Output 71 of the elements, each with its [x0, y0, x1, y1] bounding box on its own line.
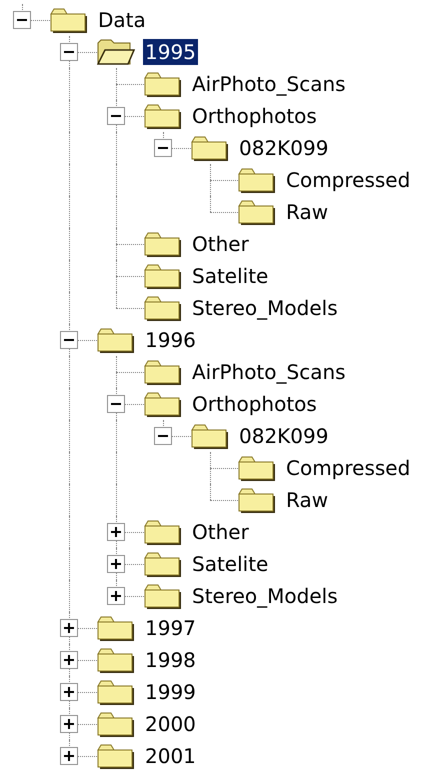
tree-item[interactable]: Orthophotos: [190, 103, 319, 129]
folder-icon: [144, 231, 182, 257]
folder-icon: [97, 679, 135, 705]
expander-button[interactable]: [60, 331, 78, 349]
folder-icon: [144, 551, 182, 577]
folder-icon: [144, 263, 182, 289]
expander-button[interactable]: [154, 427, 172, 445]
tree-item[interactable]: 2001: [143, 743, 198, 769]
tree-item[interactable]: Stereo_Models: [190, 583, 340, 609]
tree-item[interactable]: Other: [190, 519, 251, 545]
plus-icon: [64, 719, 74, 729]
folder-icon: [191, 135, 229, 161]
folder-icon: [144, 295, 182, 321]
tree-item[interactable]: Raw: [284, 487, 330, 513]
tree-item[interactable]: Stereo_Models: [190, 295, 340, 321]
expander-button[interactable]: [107, 523, 125, 541]
expander-button[interactable]: [60, 747, 78, 765]
open-folder-icon: [97, 39, 135, 65]
folder-icon: [144, 71, 182, 97]
tree-item[interactable]: Compressed: [284, 167, 412, 193]
folder-icon: [191, 423, 229, 449]
expander-button[interactable]: [60, 43, 78, 61]
expander-button[interactable]: [60, 619, 78, 637]
folder-icon: [144, 391, 182, 417]
folder-icon: [97, 743, 135, 769]
tree-item[interactable]: Compressed: [284, 455, 412, 481]
expander-button[interactable]: [13, 11, 31, 29]
tree-item[interactable]: Data: [96, 7, 148, 33]
folder-icon: [238, 199, 276, 225]
tree-item[interactable]: 082K099: [237, 135, 330, 161]
tree-item[interactable]: AirPhoto_Scans: [190, 359, 348, 385]
plus-icon: [111, 591, 121, 601]
expander-button[interactable]: [60, 683, 78, 701]
expander-button[interactable]: [107, 395, 125, 413]
expander-button[interactable]: [154, 139, 172, 157]
folder-icon: [144, 583, 182, 609]
plus-icon: [111, 527, 121, 537]
plus-icon: [64, 751, 74, 761]
folder-icon: [238, 455, 276, 481]
folder-icon: [144, 359, 182, 385]
folder-icon: [97, 647, 135, 673]
plus-icon: [111, 559, 121, 569]
folder-icon: [50, 7, 88, 33]
folder-icon: [238, 167, 276, 193]
folder-icon: [97, 615, 135, 641]
tree-item[interactable]: Satelite: [190, 263, 270, 289]
plus-icon: [64, 655, 74, 665]
plus-icon: [64, 687, 74, 697]
tree-item[interactable]: Raw: [284, 199, 330, 225]
expander-button[interactable]: [107, 587, 125, 605]
tree-item[interactable]: 1997: [143, 615, 198, 641]
folder-icon: [97, 327, 135, 353]
tree-item[interactable]: 1998: [143, 647, 198, 673]
tree-item[interactable]: Satelite: [190, 551, 270, 577]
tree-item[interactable]: Orthophotos: [190, 391, 319, 417]
tree-item[interactable]: 2000: [143, 711, 198, 737]
tree-item[interactable]: 1995: [143, 39, 198, 65]
tree-item[interactable]: Other: [190, 231, 251, 257]
folder-icon: [238, 487, 276, 513]
expander-button[interactable]: [60, 715, 78, 733]
folder-icon: [144, 103, 182, 129]
tree-item[interactable]: 1996: [143, 327, 198, 353]
tree-item[interactable]: AirPhoto_Scans: [190, 71, 348, 97]
expander-button[interactable]: [60, 651, 78, 669]
tree-item[interactable]: 1999: [143, 679, 198, 705]
expander-button[interactable]: [107, 107, 125, 125]
tree-item[interactable]: 082K099: [237, 423, 330, 449]
folder-icon: [144, 519, 182, 545]
folder-icon: [97, 711, 135, 737]
expander-button[interactable]: [107, 555, 125, 573]
plus-icon: [64, 623, 74, 633]
